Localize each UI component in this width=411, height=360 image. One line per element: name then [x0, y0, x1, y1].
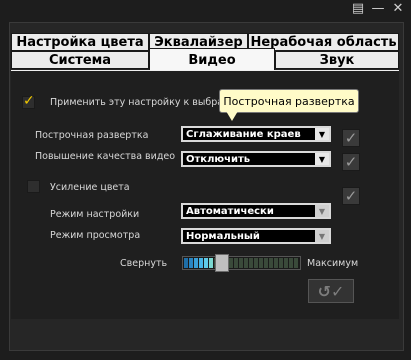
slider-segment — [184, 258, 188, 268]
check-icon: ✓ — [344, 153, 358, 171]
progressive-scan-value: Сглаживание краев — [186, 128, 301, 140]
chevron-down-icon[interactable]: ▼ — [315, 128, 329, 140]
tuning-mode-value: Автоматически — [186, 205, 274, 217]
slider-segment — [254, 258, 258, 268]
slider-segment — [239, 258, 243, 268]
slider-segment — [284, 258, 288, 268]
slider-segment — [189, 258, 193, 268]
chevron-down-icon[interactable]: ▼ — [315, 153, 329, 165]
close-icon[interactable]: ✕ — [391, 2, 405, 16]
window-controls: ▤ — ✕ — [351, 2, 405, 16]
slider-segment — [289, 258, 293, 268]
slider-segment — [209, 258, 213, 268]
slider-segment — [199, 258, 203, 268]
tooltip: Построчная развертка — [219, 89, 359, 113]
apply-setting-checkbox[interactable]: ✓ — [22, 93, 35, 109]
progressive-scan-label: Построчная развертка — [35, 130, 149, 141]
apply-check-icon: ↺✓ — [317, 281, 345, 301]
color-boost-label: Усиление цвета — [50, 182, 130, 193]
slider-segment — [249, 258, 253, 268]
slider-segment — [234, 258, 238, 268]
tab-sound[interactable]: Звук — [275, 51, 399, 69]
chevron-down-icon[interactable]: ▼ — [315, 205, 329, 217]
progressive-scan-select[interactable]: Сглаживание краев ▼ — [181, 126, 331, 142]
slider-max-label: Максимум — [307, 258, 359, 269]
color-level-slider[interactable] — [182, 256, 301, 270]
slider-segment — [279, 258, 283, 268]
slider-segment — [264, 258, 268, 268]
slider-segment — [274, 258, 278, 268]
tab-color-settings[interactable]: Настройка цвета — [11, 33, 149, 51]
enhance-quality-lock-check[interactable]: ✓ — [342, 153, 360, 171]
enhance-quality-select[interactable]: Отключить ▼ — [181, 151, 331, 167]
tab-system[interactable]: Система — [11, 51, 149, 69]
slider-min-label: Свернуть — [120, 258, 168, 269]
view-mode-label: Режим просмотра — [50, 230, 141, 241]
notes-icon[interactable]: ▤ — [351, 2, 365, 16]
checkmark-icon: ✓ — [23, 93, 35, 109]
color-boost-checkbox[interactable] — [27, 180, 40, 193]
tuning-mode-select[interactable]: Автоматически ▼ — [181, 203, 331, 219]
minimize-icon[interactable]: — — [371, 2, 385, 16]
chevron-down-icon[interactable]: ▼ — [315, 230, 329, 242]
slider-segment — [194, 258, 198, 268]
slider-segment — [229, 258, 233, 268]
progressive-scan-lock-check[interactable]: ✓ — [342, 129, 360, 147]
tuning-mode-label: Режим настройки — [50, 209, 140, 220]
slider-segment — [269, 258, 273, 268]
slider-segment — [204, 258, 208, 268]
tab-video[interactable]: Видео — [149, 48, 275, 72]
view-mode-value: Нормальный — [186, 230, 260, 242]
enhance-quality-value: Отключить — [186, 153, 251, 165]
check-icon: ✓ — [344, 129, 358, 147]
apply-button[interactable]: ↺✓ — [308, 279, 354, 303]
view-mode-select[interactable]: Нормальный ▼ — [181, 228, 331, 244]
color-boost-lock-check[interactable]: ✓ — [342, 187, 360, 205]
slider-fill — [184, 258, 298, 268]
tooltip-tail — [226, 111, 238, 121]
slider-segment — [259, 258, 263, 268]
enhance-quality-label: Повышение качества видео — [35, 151, 176, 162]
check-icon: ✓ — [344, 187, 358, 205]
slider-segment — [294, 258, 298, 268]
slider-segment — [244, 258, 248, 268]
slider-thumb[interactable] — [215, 254, 229, 272]
